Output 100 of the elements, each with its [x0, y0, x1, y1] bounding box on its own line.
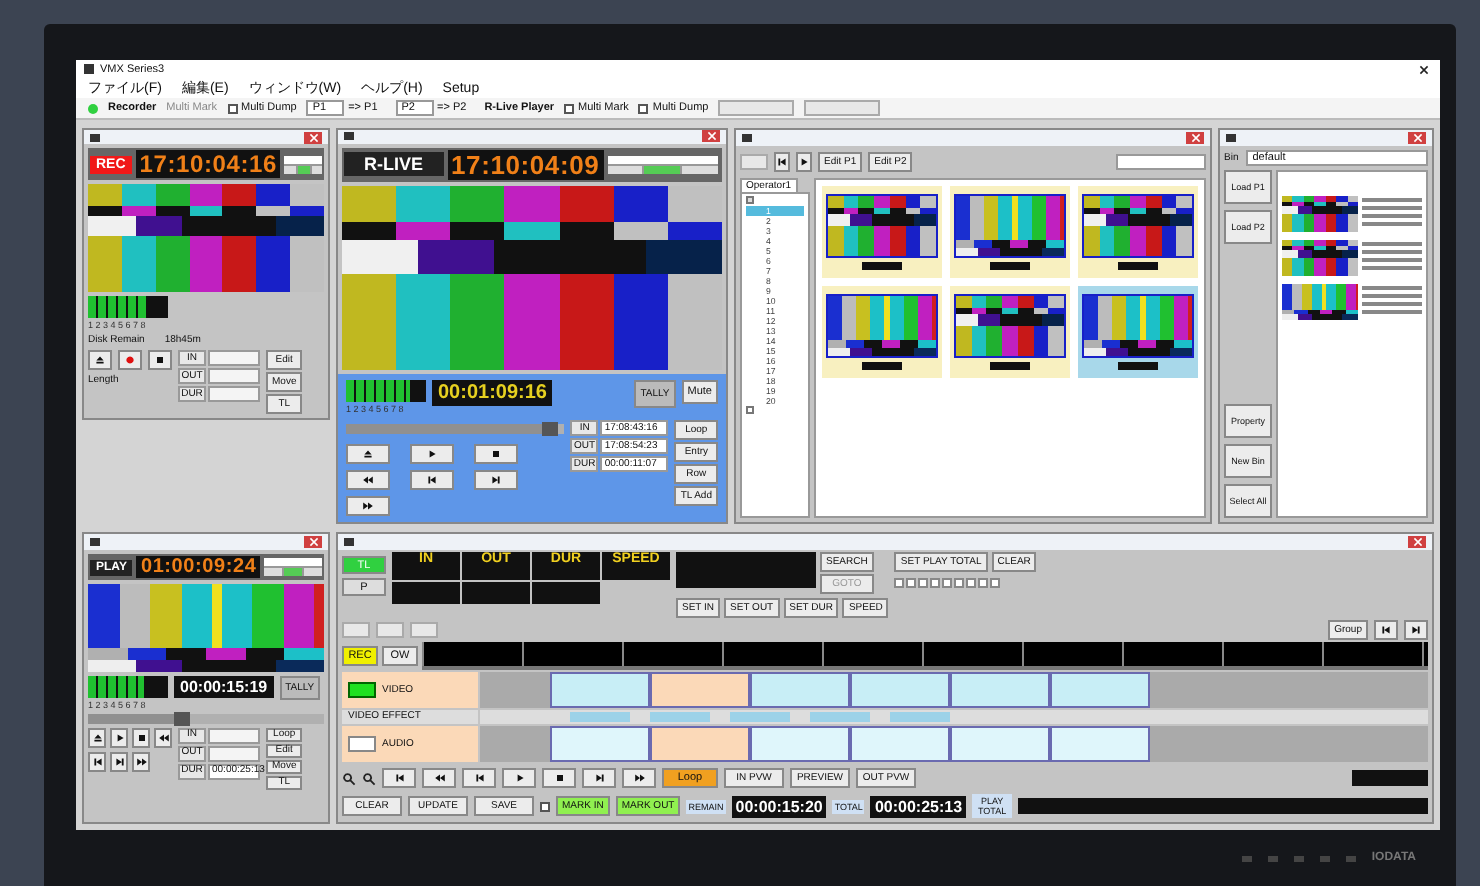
effect-marker[interactable]: [570, 711, 630, 722]
timeline-clip[interactable]: [550, 671, 650, 708]
eject-button[interactable]: [88, 728, 106, 748]
stop-button[interactable]: [132, 728, 150, 748]
expander-icon[interactable]: [746, 196, 754, 204]
window-icon: [90, 538, 100, 546]
timeline-clip[interactable]: [650, 671, 750, 708]
seek-slider[interactable]: [346, 424, 565, 434]
skip-forward-button[interactable]: [110, 752, 128, 772]
dropdown[interactable]: [1116, 154, 1206, 170]
fast-forward-button[interactable]: [132, 752, 150, 772]
display-panel: [1352, 770, 1428, 786]
fast-forward-button[interactable]: [622, 768, 656, 788]
timeline-clip[interactable]: [1050, 725, 1150, 762]
seek-slider[interactable]: [88, 714, 324, 724]
close-icon: [1418, 63, 1430, 75]
clip-item[interactable]: [1282, 240, 1422, 276]
skip-back-button[interactable]: [410, 470, 454, 490]
fast-forward-button[interactable]: [346, 496, 390, 516]
timecode-display: 01:00:09:24: [136, 556, 261, 578]
record-button[interactable]: [118, 350, 142, 370]
input-field[interactable]: [208, 386, 260, 402]
stop-button[interactable]: [148, 350, 172, 370]
clip-thumbnail[interactable]: [822, 286, 942, 378]
skip-back-button[interactable]: [1374, 619, 1398, 640]
eject-icon: [362, 448, 374, 460]
fast-forward-icon: [633, 772, 645, 784]
clip-info-drawing: [1362, 240, 1422, 276]
skip-back-button[interactable]: [88, 752, 106, 772]
timeline-clip[interactable]: [950, 671, 1050, 708]
input-field[interactable]: [264, 558, 322, 566]
audio-meter: [88, 296, 168, 318]
timeline-clip[interactable]: [750, 725, 850, 762]
rewind-button[interactable]: [154, 728, 172, 748]
timeline-clip[interactable]: [850, 671, 950, 708]
clip-item[interactable]: [1282, 196, 1422, 232]
close-button[interactable]: [1416, 62, 1432, 76]
stop-icon: [490, 448, 502, 460]
window-icon: [344, 132, 354, 141]
clip-thumbnail[interactable]: [822, 186, 942, 278]
clip-item[interactable]: [1282, 284, 1422, 320]
effect-marker[interactable]: [730, 711, 790, 722]
timeline-clip[interactable]: [750, 671, 850, 708]
timecode-display: 17:10:04:16: [135, 150, 281, 179]
color-bars-drawing: [1282, 284, 1358, 320]
input-field[interactable]: [607, 155, 718, 164]
timecode-display: 00:00:15:20: [731, 795, 827, 817]
play-button[interactable]: [502, 768, 536, 788]
clip-thumbnail[interactable]: [950, 286, 1070, 378]
checkbox[interactable]: [540, 801, 550, 811]
skip-back-button[interactable]: [382, 768, 416, 788]
skip-back-icon: [393, 772, 405, 784]
color-bars-drawing: [1082, 194, 1194, 258]
rewind-button[interactable]: [346, 470, 390, 490]
clip-info-drawing: [1362, 196, 1422, 232]
stop-button[interactable]: [542, 768, 576, 788]
clip-thumbnail[interactable]: [950, 186, 1070, 278]
button[interactable]: [607, 165, 643, 174]
color-bars-drawing: [954, 194, 1066, 258]
skip-back-button[interactable]: [774, 152, 790, 172]
input-field[interactable]: [208, 728, 260, 744]
skip-forward-button[interactable]: [582, 768, 616, 788]
stop-button[interactable]: [474, 444, 518, 464]
play-icon: [798, 156, 810, 168]
rewind-button[interactable]: [422, 768, 456, 788]
timeline-clip[interactable]: [550, 725, 650, 762]
stop-icon: [553, 772, 565, 784]
input-field[interactable]: [284, 155, 322, 164]
clip-thumbnail[interactable]: [1078, 286, 1198, 378]
timeline-clip[interactable]: [1050, 671, 1150, 708]
skip-back-icon: [91, 756, 103, 768]
skip-back-icon: [473, 772, 485, 784]
input-field[interactable]: [208, 368, 260, 384]
skip-forward-button[interactable]: [474, 470, 518, 490]
timeline-clip[interactable]: [950, 725, 1050, 762]
play-button[interactable]: [796, 152, 812, 172]
rewind-icon: [433, 772, 445, 784]
clip-thumbnail[interactable]: [1078, 186, 1198, 278]
timecode-display: 17:10:04:09: [447, 149, 604, 180]
display-panel: [676, 551, 816, 588]
play-button[interactable]: [110, 728, 128, 748]
fast-forward-icon: [362, 500, 374, 512]
effect-marker[interactable]: [810, 711, 870, 722]
close-icon: [705, 130, 717, 143]
effect-marker[interactable]: [650, 711, 710, 722]
track-toggle[interactable]: [348, 735, 376, 752]
track-toggle[interactable]: [348, 681, 376, 698]
input-field[interactable]: [208, 746, 260, 762]
expander-icon[interactable]: [746, 406, 754, 414]
effect-marker[interactable]: [890, 711, 950, 722]
skip-back-button[interactable]: [462, 768, 496, 788]
stop-icon: [154, 354, 166, 366]
timeline-clip[interactable]: [650, 725, 750, 762]
skip-back-icon: [426, 474, 438, 486]
skip-forward-button[interactable]: [1404, 619, 1428, 640]
close-icon: [307, 536, 319, 548]
eject-button[interactable]: [88, 350, 112, 370]
timeline-clip[interactable]: [850, 725, 950, 762]
color-bars-drawing: [954, 294, 1066, 358]
input-field[interactable]: [208, 350, 260, 366]
